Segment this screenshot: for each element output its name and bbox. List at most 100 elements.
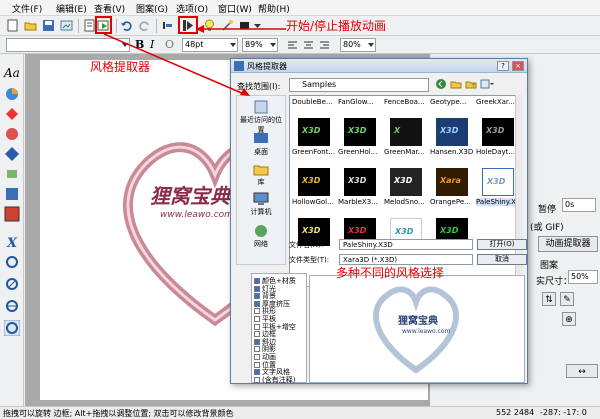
place-desktop[interactable]: 桌面 — [237, 132, 285, 157]
file-item[interactable]: Hansen.X3D — [430, 148, 473, 156]
file-thumbnail[interactable]: X3D — [482, 118, 514, 146]
look-in-select[interactable]: Samples — [289, 78, 429, 92]
animation-picker-button[interactable]: 动画提取器 — [538, 236, 598, 252]
text-tool-icon[interactable]: Aa — [4, 66, 20, 82]
size-field[interactable]: 50% — [568, 270, 598, 284]
logo-text: 狸窝宝典 — [150, 184, 230, 208]
open-folder-icon[interactable] — [24, 19, 37, 32]
file-thumbnail[interactable]: X3D — [390, 168, 422, 196]
size-label: 实尺寸： — [536, 277, 573, 287]
gif-label: (或 GIF) — [530, 223, 564, 233]
desktop-icon — [254, 133, 268, 143]
style-options-list: 颜色+材质 灯光 背景 厚度挤压 拱形 平板 平板+增空 边框 斜边 阴影 动画 位置 文字风格 (含有注… — [251, 273, 307, 385]
spin-tool-icon[interactable] — [4, 298, 20, 314]
recent-icon — [254, 100, 268, 114]
pattern-label: 图案 — [540, 261, 559, 271]
cancel-button[interactable]: 取消 — [477, 254, 527, 265]
place-network[interactable]: 网络 — [237, 224, 285, 249]
place-label: 桌面 — [254, 148, 268, 156]
place-libraries[interactable]: 库 — [237, 162, 285, 187]
place-label: 网络 — [254, 240, 268, 248]
file-thumbnail[interactable]: X3D — [344, 118, 376, 146]
library-icon — [253, 165, 269, 176]
bevel-tool-icon[interactable] — [4, 126, 20, 142]
file-item[interactable]: HoleDayt... — [476, 148, 515, 156]
pen-button[interactable]: ✎ — [560, 292, 574, 306]
file-item[interactable]: GreenHol... — [338, 148, 377, 156]
text-toolbar: B I O 48pt 89% 80% — [0, 36, 600, 54]
menu-help[interactable]: 帮助(H) — [258, 2, 290, 15]
x-tool-icon[interactable]: X — [4, 234, 20, 250]
view-menu-icon[interactable] — [480, 78, 494, 90]
back-icon[interactable] — [435, 78, 447, 90]
menu-pattern[interactable]: 图案(G) — [136, 2, 168, 15]
file-item[interactable]: Geotype... — [430, 98, 466, 106]
color-tool-icon[interactable] — [4, 86, 20, 102]
style-option[interactable]: (含有注释) — [254, 375, 295, 385]
export-icon[interactable] — [60, 19, 73, 32]
file-thumbnail[interactable]: Xara — [436, 168, 468, 196]
menu-options[interactable]: 选项(O) — [176, 2, 208, 15]
save-icon[interactable] — [42, 19, 55, 32]
filename-value: PaleShiny.X3D — [343, 241, 393, 249]
new-file-icon[interactable] — [6, 19, 19, 32]
width-arrows[interactable]: ↔ — [566, 364, 598, 378]
file-item[interactable]: GreenFont... — [292, 148, 335, 156]
zoom-tool-icon[interactable] — [4, 320, 20, 336]
place-computer[interactable]: 计算机 — [237, 192, 285, 217]
up-folder-icon[interactable] — [450, 78, 462, 90]
file-item[interactable]: FanGlow... — [338, 98, 374, 106]
filename-label: 文件名(N): — [289, 241, 324, 249]
texture-tool-icon[interactable] — [4, 186, 20, 202]
computer-icon — [253, 192, 269, 205]
file-thumbnail[interactable]: X3D — [436, 118, 468, 146]
open-button[interactable]: 打开(O) — [477, 239, 527, 250]
file-item[interactable]: FenceBoa... — [384, 98, 425, 106]
style-option-label: (含有注释) — [262, 375, 296, 384]
help-button[interactable]: ? — [497, 61, 509, 71]
file-item[interactable]: MelodSno... — [384, 198, 425, 206]
menu-edit[interactable]: 编辑(E) — [56, 2, 87, 15]
extrude-tool-icon[interactable] — [4, 166, 20, 182]
file-thumbnail[interactable]: X — [390, 118, 422, 146]
status-coords: 552 2484 — [496, 408, 535, 417]
file-item[interactable]: HollowGol... — [292, 198, 334, 206]
file-item[interactable]: OrangePe... — [430, 198, 471, 206]
file-thumbnail-selected[interactable]: X3D — [482, 168, 514, 196]
background-tool-icon[interactable] — [4, 206, 20, 222]
svg-text:+: + — [471, 82, 476, 89]
status-bar: 拖拽可以旋转 边框; Alt+拖拽以调整位置; 双击可以修改背景颜色 552 2… — [0, 406, 600, 419]
align-right-icon[interactable] — [318, 39, 331, 52]
menu-view[interactable]: 查看(V) — [94, 2, 125, 15]
place-label: 计算机 — [250, 208, 272, 216]
light-tool-icon[interactable] — [4, 106, 20, 122]
rotate-tool-icon[interactable] — [4, 254, 20, 270]
places-bar: 最近访问的位置 桌面 库 计算机 网络 — [236, 95, 286, 265]
zoom-button[interactable]: ⊕ — [562, 312, 576, 326]
place-label: 库 — [257, 178, 265, 186]
file-thumbnail[interactable]: X3D — [298, 118, 330, 146]
file-item[interactable]: MarbleX3... — [338, 198, 378, 206]
file-thumbnail[interactable]: X3D — [344, 168, 376, 196]
file-item[interactable]: GreenMar... — [384, 148, 424, 156]
checkbox[interactable] — [254, 376, 260, 383]
zoom-field-2[interactable]: 80% — [340, 38, 376, 52]
file-thumbnail[interactable]: X3D — [298, 168, 330, 196]
new-folder-icon[interactable]: + — [465, 78, 477, 90]
preview-logo-url: www.leawo.com — [402, 328, 451, 335]
file-item[interactable]: GreekXar... — [476, 98, 515, 106]
filename-input[interactable]: PaleShiny.X3D — [339, 239, 473, 250]
place-recent[interactable]: 最近访问的位置 — [237, 100, 285, 135]
shape-tool-icon[interactable] — [4, 146, 20, 162]
file-item[interactable]: DoubleBe... — [292, 98, 333, 106]
align-center-icon[interactable] — [302, 39, 315, 52]
pause-field[interactable]: 0s — [562, 198, 596, 212]
menu-file[interactable]: 文件(F) — [12, 2, 42, 15]
orbit-tool-icon[interactable] — [4, 276, 20, 292]
flip-horizontal-button[interactable]: ⇅ — [542, 292, 556, 306]
align-left-icon[interactable] — [286, 39, 299, 52]
menu-window[interactable]: 窗口(W) — [218, 2, 252, 15]
close-button[interactable]: × — [512, 61, 524, 71]
zoom-value-2: 80% — [343, 40, 361, 49]
preview-logo-text: 狸窝宝典 — [398, 316, 438, 327]
